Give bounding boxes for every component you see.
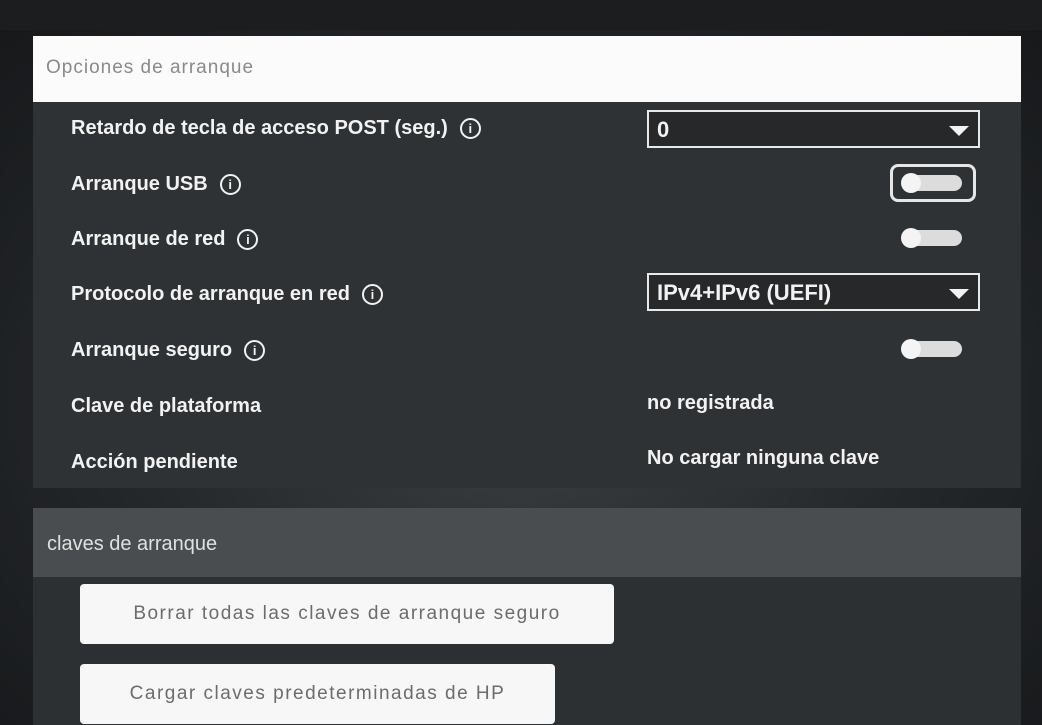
usb-boot-label: Arranque USB bbox=[71, 172, 208, 195]
platform-key-row: Clave de plataforma bbox=[71, 386, 261, 426]
network-boot-label: Arranque de red bbox=[71, 227, 226, 250]
info-icon[interactable]: i bbox=[361, 283, 383, 305]
pending-action-value: No cargar ninguna clave bbox=[647, 447, 880, 469]
boot-options-header: Opciones de arranque bbox=[33, 36, 1021, 102]
pending-action-row: Acción pendiente bbox=[71, 442, 238, 482]
network-protocol-label: Protocolo de arranque en red bbox=[71, 282, 350, 305]
info-icon[interactable]: i bbox=[219, 173, 241, 195]
post-delay-row: Retardo de tecla de acceso POST (seg.) i bbox=[71, 108, 481, 148]
network-boot-toggle[interactable] bbox=[901, 228, 962, 248]
platform-key-value: no registrada bbox=[647, 392, 774, 414]
usb-boot-row: Arranque USB i bbox=[71, 164, 241, 204]
chevron-down-icon bbox=[949, 126, 969, 136]
platform-key-label: Clave de plataforma bbox=[71, 394, 262, 417]
info-icon[interactable]: i bbox=[244, 339, 266, 361]
network-protocol-select[interactable]: IPv4+IPv6 (UEFI) bbox=[647, 273, 980, 311]
toggle-knob bbox=[901, 173, 921, 193]
usb-boot-toggle[interactable] bbox=[901, 173, 962, 193]
post-delay-select[interactable]: 0 bbox=[647, 110, 980, 148]
pending-action-label: Acción pendiente bbox=[71, 450, 238, 473]
chevron-down-icon bbox=[949, 289, 969, 299]
info-icon[interactable]: i bbox=[237, 228, 259, 250]
boot-options-title: Opciones de arranque bbox=[46, 57, 255, 78]
top-band bbox=[0, 0, 1042, 30]
load-hp-default-keys-button[interactable]: Cargar claves predeterminadas de HP bbox=[80, 664, 555, 724]
info-icon[interactable]: i bbox=[459, 117, 481, 139]
boot-options-panel: Opciones de arranque Retardo de tecla de… bbox=[33, 36, 1021, 488]
secure-boot-label: Arranque seguro bbox=[71, 338, 233, 361]
network-protocol-value: IPv4+IPv6 (UEFI) bbox=[657, 280, 832, 305]
toggle-knob bbox=[901, 339, 921, 359]
network-protocol-row: Protocolo de arranque en red i bbox=[71, 274, 383, 314]
secure-boot-toggle[interactable] bbox=[901, 339, 962, 359]
boot-keys-panel: claves de arranque Borrar todas las clav… bbox=[33, 508, 1021, 725]
secure-boot-row: Arranque seguro i bbox=[71, 330, 266, 370]
clear-secure-boot-keys-button[interactable]: Borrar todas las claves de arranque segu… bbox=[80, 584, 614, 644]
boot-keys-title: claves de arranque bbox=[47, 533, 218, 555]
post-delay-value: 0 bbox=[657, 117, 670, 142]
post-delay-label: Retardo de tecla de acceso POST (seg.) bbox=[71, 116, 448, 139]
boot-keys-header: claves de arranque bbox=[33, 508, 1021, 577]
network-boot-row: Arranque de red i bbox=[71, 219, 259, 259]
toggle-knob bbox=[901, 228, 921, 248]
